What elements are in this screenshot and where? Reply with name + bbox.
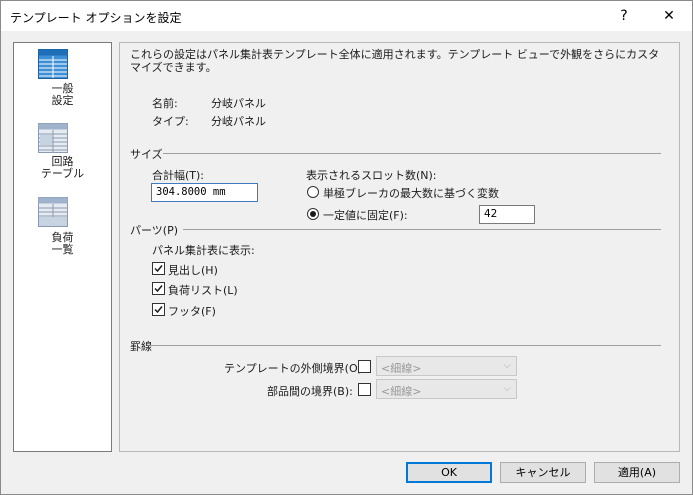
outer-border-checkbox[interactable] (358, 360, 371, 373)
sidebar-item-load-list[interactable]: 負荷 一覧 (14, 195, 111, 261)
fixed-slots-label: 一定値に固定(F): (323, 209, 408, 222)
size-divider (163, 153, 661, 154)
parts-section-title: パーツ(P) (130, 224, 178, 237)
fixed-slots-input[interactable]: 42 (479, 205, 535, 224)
outer-border-select-value: <細線> (381, 362, 422, 375)
type-value: 分岐パネル (211, 115, 266, 128)
checkmark-icon (154, 306, 163, 314)
variable-slots-radio[interactable] (307, 186, 319, 198)
load-list-checkbox[interactable] (152, 282, 165, 295)
sidebar: 一般 設定 回路 テーブル 負荷 一覧 (13, 42, 112, 452)
name-value: 分岐パネル (211, 97, 266, 110)
general-settings-panel: これらの設定はパネル集計表テンプレート全体に適用されます。テンプレート ビューで… (119, 42, 680, 452)
template-options-dialog: テンプレート オプションを設定 ? ✕ 一般 設定 回路 テーブル 負荷 一覧 … (0, 0, 693, 495)
footer-checkbox[interactable] (152, 303, 165, 316)
sidebar-item-circuit-table[interactable]: 回路 テーブル (14, 121, 111, 187)
borders-section-title: 罫線 (130, 340, 152, 353)
total-width-input[interactable]: 304.8000 mm (151, 183, 258, 202)
sidebar-item-label: 一般 設定 (51, 82, 74, 107)
outer-border-label: テンプレートの外側境界(O): (224, 362, 366, 375)
sidebar-item-label: 回路 テーブル (40, 155, 85, 180)
header-checkbox-label: 見出し(H) (168, 264, 218, 277)
ok-button[interactable]: OK (406, 462, 492, 483)
help-button[interactable]: ? (602, 1, 646, 31)
total-width-label: 合計幅(T): (152, 169, 205, 182)
parts-divider (183, 229, 661, 230)
name-label: 名前: (152, 97, 178, 110)
general-settings-icon (38, 49, 68, 79)
description-text: これらの設定はパネル集計表テンプレート全体に適用されます。テンプレート ビューで… (130, 48, 660, 74)
footer-checkbox-label: フッタ(F) (168, 305, 216, 318)
size-section-title: サイズ (130, 148, 163, 161)
fixed-slots-radio[interactable] (307, 208, 319, 220)
checkmark-icon (154, 265, 163, 273)
cancel-button[interactable]: キャンセル (500, 462, 586, 483)
show-in-schedule-label: パネル集計表に表示: (152, 244, 255, 257)
apply-button[interactable]: 適用(A) (594, 462, 680, 483)
inner-border-label: 部品間の境界(B): (267, 385, 353, 398)
variable-slots-label: 単極ブレーカの最大数に基づく変数 (323, 187, 499, 200)
borders-divider (150, 345, 661, 346)
checkmark-icon (154, 285, 163, 293)
sidebar-item-label: 負荷 一覧 (51, 231, 74, 256)
slots-label: 表示されるスロット数(N): (306, 169, 437, 182)
type-label: タイプ: (152, 115, 189, 128)
inner-border-checkbox[interactable] (358, 383, 371, 396)
circuit-table-icon (38, 123, 68, 153)
inner-border-select-value: <細線> (381, 385, 422, 398)
header-checkbox[interactable] (152, 262, 165, 275)
sidebar-item-general-settings[interactable]: 一般 設定 (14, 45, 111, 111)
chevron-down-icon: ⌵ (503, 360, 511, 371)
load-list-icon (38, 197, 68, 227)
chevron-down-icon: ⌵ (503, 383, 511, 394)
close-button[interactable]: ✕ (647, 1, 691, 31)
load-list-checkbox-label: 負荷リスト(L) (168, 284, 238, 297)
dialog-title: テンプレート オプションを設定 (10, 11, 182, 25)
outer-border-select[interactable]: <細線> ⌵ (376, 356, 517, 376)
inner-border-select[interactable]: <細線> ⌵ (376, 379, 517, 399)
title-bar: テンプレート オプションを設定 ? ✕ (1, 1, 692, 31)
